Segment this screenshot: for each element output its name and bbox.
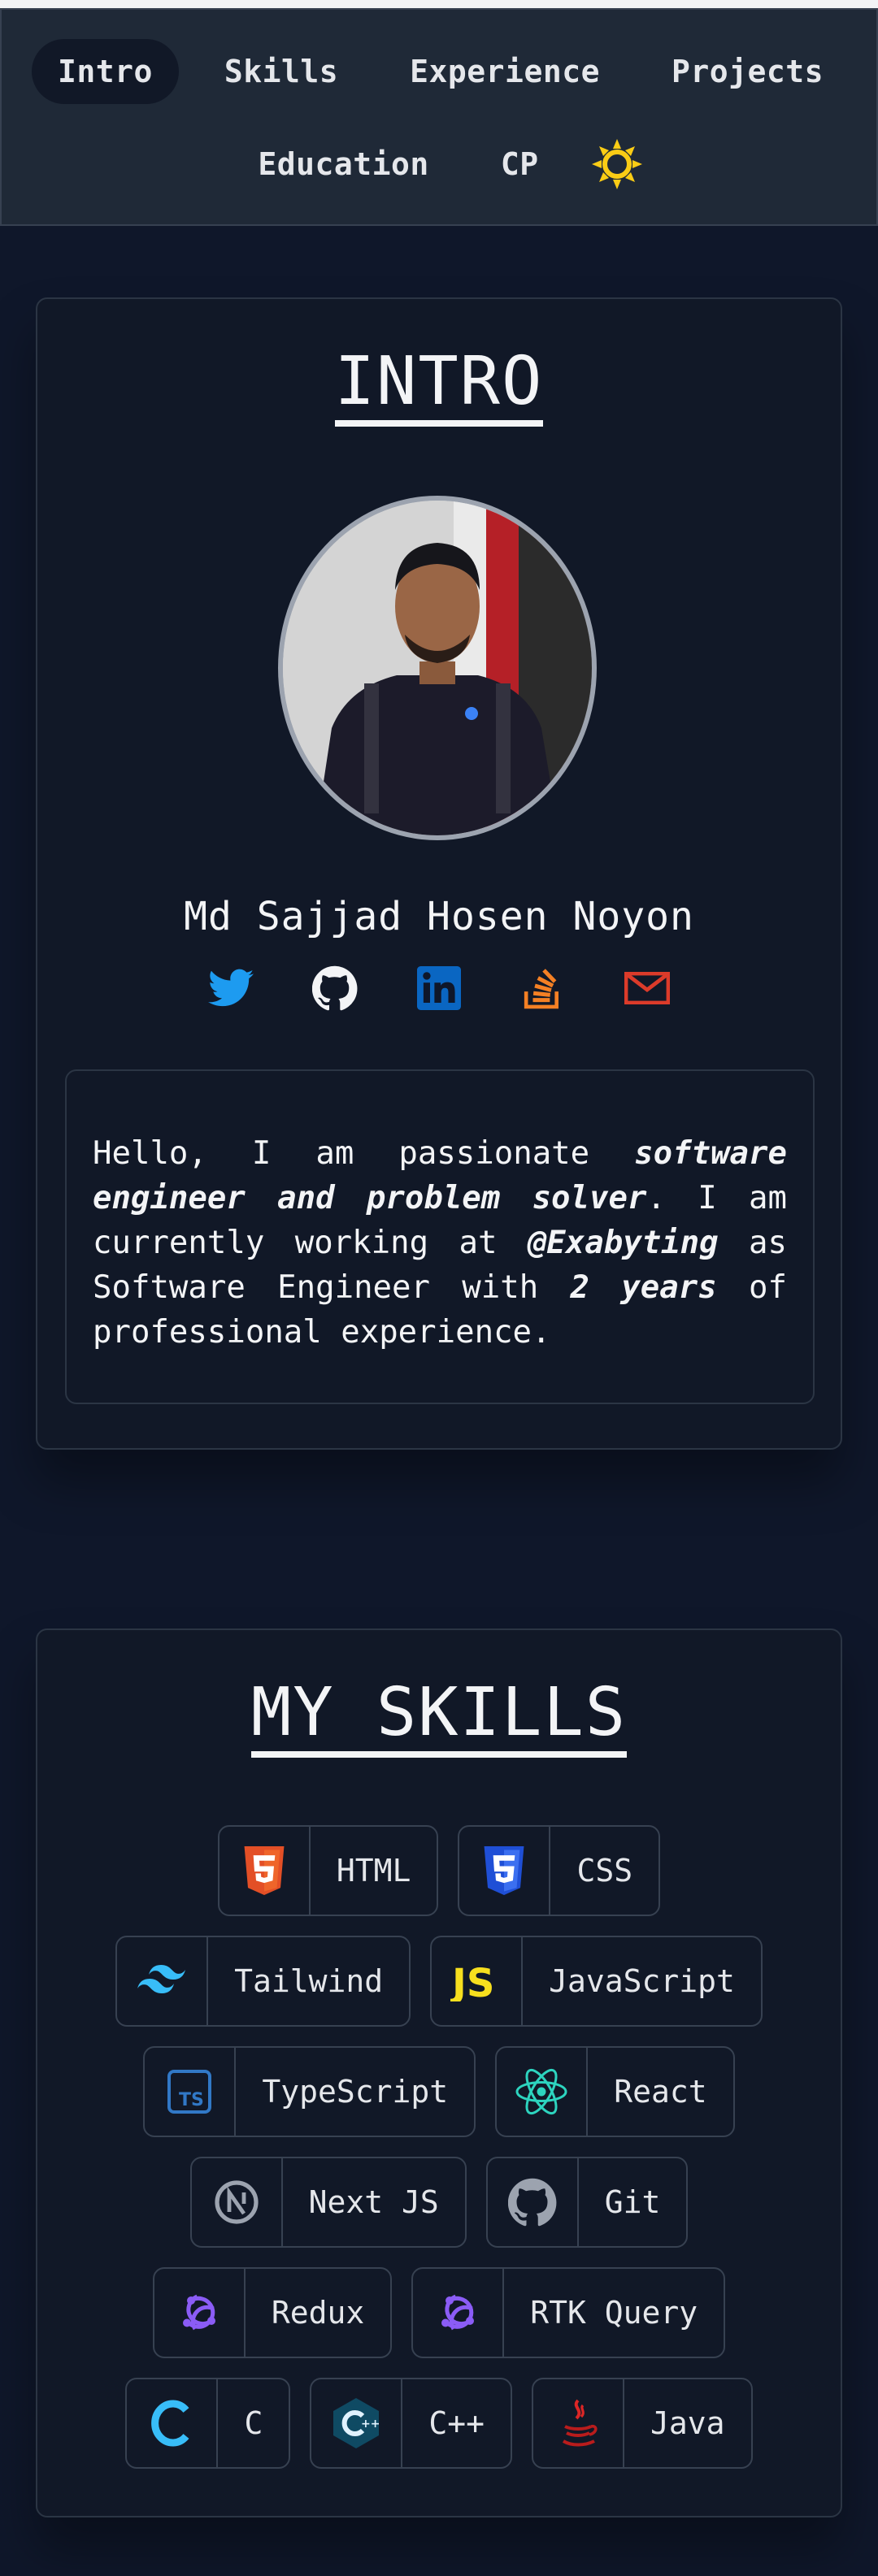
skills-row-2: Tailwind JS JavaScript bbox=[115, 1936, 763, 2027]
stackoverflow-icon bbox=[524, 969, 559, 1009]
redux-icon bbox=[441, 2294, 475, 2331]
skill-label: Java bbox=[650, 2405, 725, 2441]
skills-title: MY SKILLS bbox=[37, 1674, 841, 1759]
nav-row-1: Intro Skills Experience Projects bbox=[2, 39, 878, 104]
svg-text:JS: JS bbox=[450, 1961, 494, 2001]
profile-name: Md Sajjad Hosen Noyon bbox=[184, 894, 694, 939]
intro-section: INTRO Md Sajjad Hosen Noyon Hello, I am … bbox=[36, 297, 842, 1450]
nav-item-intro[interactable]: Intro bbox=[32, 39, 179, 104]
react-icon bbox=[515, 2068, 567, 2115]
skill-label: CSS bbox=[576, 1853, 633, 1889]
sun-icon bbox=[591, 139, 642, 189]
skill-cpp: ++ C++ bbox=[310, 2378, 512, 2469]
skills-row-4: Next JS Git bbox=[189, 2157, 689, 2248]
nav-item-projects[interactable]: Projects bbox=[645, 39, 850, 104]
nextjs-icon bbox=[214, 2180, 259, 2224]
bio-box: Hello, I am passionate software engineer… bbox=[65, 1069, 815, 1404]
skill-java: Java bbox=[532, 2378, 753, 2469]
bio-emphasis-years: 2 years bbox=[570, 1269, 717, 1306]
twitter-icon bbox=[208, 969, 254, 1007]
linkedin-link[interactable] bbox=[416, 965, 462, 1011]
skill-css: CSS bbox=[458, 1825, 661, 1916]
nav-item-skills[interactable]: Skills bbox=[198, 39, 364, 104]
bio-emphasis-company: @Exabyting bbox=[527, 1225, 719, 1261]
nav-item-experience[interactable]: Experience bbox=[384, 39, 626, 104]
skill-label: React bbox=[614, 2074, 707, 2110]
twitter-link[interactable] bbox=[208, 965, 254, 1011]
cpp-icon: ++ bbox=[333, 2398, 380, 2448]
skill-c: C bbox=[125, 2378, 291, 2469]
skill-redux: Redux bbox=[152, 2267, 393, 2358]
css3-icon bbox=[484, 1846, 524, 1895]
html5-icon bbox=[244, 1846, 285, 1895]
c-icon bbox=[151, 2400, 189, 2447]
typescript-icon: TS bbox=[167, 2070, 212, 2114]
skill-tailwind: Tailwind bbox=[115, 1936, 411, 2027]
skills-grid: HTML CSS Tailwind JS JavaScript TS TypeS… bbox=[37, 1825, 841, 2469]
skill-label: HTML bbox=[336, 1853, 411, 1889]
skills-row-3: TS TypeScript React bbox=[143, 2046, 735, 2137]
skill-label: Tailwind bbox=[234, 1963, 384, 1999]
skill-typescript: TS TypeScript bbox=[143, 2046, 476, 2137]
browser-top-strip bbox=[0, 0, 878, 8]
nav-item-education[interactable]: Education bbox=[232, 132, 454, 197]
intro-title: INTRO bbox=[37, 343, 841, 427]
profile-photo bbox=[278, 496, 597, 840]
skill-label: C++ bbox=[428, 2405, 485, 2441]
bio-text-1: Hello, I am passionate bbox=[93, 1135, 635, 1172]
github-icon bbox=[507, 2178, 557, 2227]
skill-nextjs: Next JS bbox=[189, 2157, 467, 2248]
skill-react: React bbox=[495, 2046, 735, 2137]
skill-label: Redux bbox=[271, 2295, 365, 2331]
skills-row-5: Redux RTK Query bbox=[152, 2267, 726, 2358]
skills-row-1: HTML CSS bbox=[217, 1825, 661, 1916]
skill-html: HTML bbox=[217, 1825, 439, 1916]
skill-javascript: JS JavaScript bbox=[430, 1936, 763, 2027]
github-link[interactable] bbox=[312, 965, 358, 1011]
skill-label: Git bbox=[604, 2184, 661, 2220]
skill-label: RTK Query bbox=[530, 2295, 698, 2331]
javascript-icon: JS bbox=[450, 1961, 494, 2001]
nav-row-2: Education CP bbox=[2, 132, 878, 197]
redux-icon bbox=[182, 2294, 215, 2331]
tailwind-icon bbox=[137, 1965, 186, 1993]
linkedin-icon bbox=[417, 966, 461, 1010]
github-icon bbox=[312, 965, 358, 1011]
skills-title-text: MY SKILLS bbox=[250, 1677, 628, 1759]
svg-text:TS: TS bbox=[179, 2090, 204, 2110]
email-link[interactable] bbox=[624, 965, 670, 1011]
intro-title-text: INTRO bbox=[334, 346, 544, 427]
svg-text:++: ++ bbox=[361, 2418, 380, 2431]
mail-icon bbox=[624, 972, 670, 1004]
skill-label: C bbox=[244, 2405, 263, 2441]
top-navigation: Intro Skills Experience Projects Educati… bbox=[0, 8, 878, 226]
skill-rtk-query: RTK Query bbox=[411, 2267, 726, 2358]
skills-section: MY SKILLS HTML CSS Tailwind JS JavaScrip… bbox=[36, 1628, 842, 2517]
skill-git: Git bbox=[485, 2157, 689, 2248]
nav-item-cp[interactable]: CP bbox=[475, 132, 565, 197]
java-icon bbox=[562, 2399, 598, 2447]
stackoverflow-link[interactable] bbox=[520, 965, 566, 1011]
theme-toggle-button[interactable] bbox=[585, 132, 650, 197]
skill-label: TypeScript bbox=[262, 2074, 449, 2110]
social-links bbox=[37, 965, 841, 1011]
skill-label: Next JS bbox=[308, 2184, 439, 2220]
skills-row-6: C ++ C++ Java bbox=[125, 2378, 753, 2469]
skill-label: JavaScript bbox=[549, 1963, 735, 1999]
